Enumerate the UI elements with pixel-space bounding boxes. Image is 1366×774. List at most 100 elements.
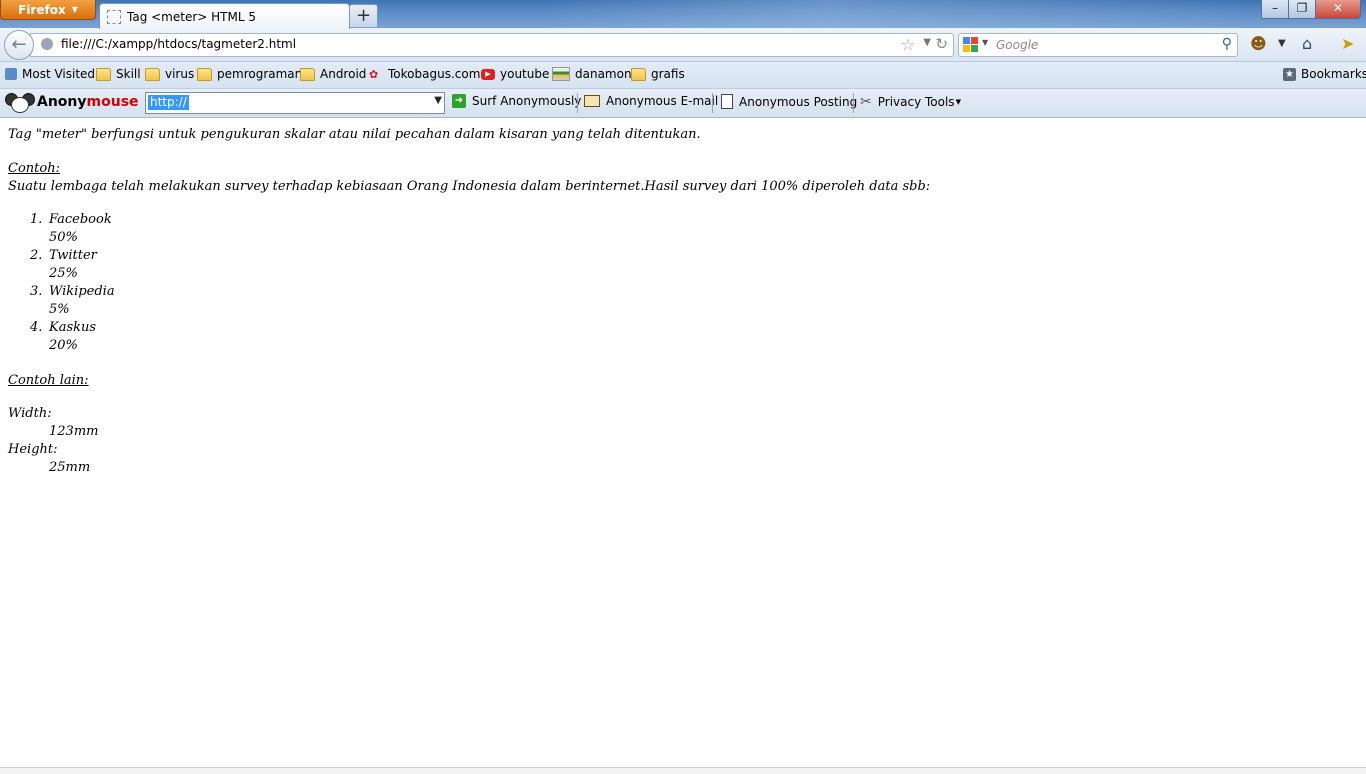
list-number: 2. (30, 248, 43, 263)
bookmark-youtube[interactable]: ▶ youtube (481, 67, 549, 81)
page-favicon-icon (107, 9, 121, 24)
addon-dropdown-icon[interactable]: ▼ (1278, 38, 1286, 49)
privacy-tools-label: Privacy Tools (877, 95, 955, 109)
address-bar[interactable]: file:///C:/xampp/htdocs/tagmeter2.html ☆… (30, 33, 954, 57)
bookmark-folder-virus[interactable]: virus (145, 67, 194, 81)
search-placeholder: Google (996, 38, 1039, 52)
cursor-addon-icon[interactable]: ➤ (1341, 34, 1354, 53)
search-box[interactable]: ▼ Google ⚲ (958, 33, 1238, 57)
bookmark-star-icon[interactable]: ☆ (901, 35, 915, 54)
anonymous-email-label: Anonymous E-mail (606, 94, 719, 108)
anonymous-posting-label: Anonymous Posting (739, 94, 858, 109)
navigation-bar: ← file:///C:/xampp/htdocs/tagmeter2.html… (0, 28, 1366, 62)
restore-icon: ❐ (1296, 1, 1308, 15)
list-item-name: Twitter (49, 248, 97, 263)
list-item-name: Wikipedia (49, 284, 115, 299)
folder-icon (96, 67, 111, 81)
toolbar-separator (853, 93, 854, 113)
anonymouse-logo[interactable]: Anonymouse ▼ (4, 92, 151, 113)
tools-icon: ✂ (860, 94, 872, 110)
bookmark-label: youtube (500, 67, 550, 81)
contoh-heading: Contoh: (8, 161, 60, 176)
mouse-logo-icon (4, 92, 35, 113)
search-icon[interactable]: ⚲ (1222, 36, 1232, 52)
combo-dropdown-icon[interactable]: ▼ (434, 95, 442, 106)
bookmark-label: Tokobagus.com (388, 67, 481, 81)
bookmark-label: virus (165, 67, 195, 81)
history-dropdown-icon[interactable]: ▼ (923, 37, 931, 48)
close-icon: ✕ (1332, 1, 1344, 15)
tab-active[interactable]: Tag <meter> HTML 5 (99, 3, 350, 29)
minimize-icon: – (1272, 1, 1278, 15)
list-number: 4. (30, 320, 43, 335)
bookmark-folder-pemrograman[interactable]: pemrograman (197, 67, 302, 81)
maximize-button[interactable]: ❐ (1288, 0, 1316, 19)
surf-anonymously-button[interactable]: ➜ Surf Anonymously (452, 94, 581, 108)
folder-icon (145, 67, 160, 81)
list-item-value: 20% (49, 338, 78, 353)
bookmarks-star-icon: ★ (1283, 67, 1296, 81)
toolbar-separator (577, 93, 578, 113)
document-icon (721, 94, 733, 109)
dimensions-list: Width: 123mm Height: 25mm (8, 406, 98, 478)
folder-icon (197, 67, 212, 81)
bookmark-folder-skill[interactable]: Skill (96, 67, 141, 81)
surf-anonymously-label: Surf Anonymously (472, 94, 582, 108)
firefox-menu-label: Firefox (18, 2, 66, 17)
contoh-lain-heading: Contoh lain: (8, 373, 89, 388)
most-visited-icon (5, 68, 17, 80)
bookmark-label: Android (320, 67, 367, 81)
width-value: 123mm (49, 424, 99, 439)
plus-icon: + (355, 5, 372, 26)
chevron-down-icon: ▼ (955, 98, 961, 106)
bookmarks-menu-button[interactable]: ★ Bookmarks (1283, 67, 1366, 81)
list-item-value: 50% (49, 230, 78, 245)
height-value: 25mm (49, 460, 91, 475)
bookmark-folder-android[interactable]: Android (300, 67, 366, 81)
tab-title: Tag <meter> HTML 5 (127, 9, 256, 24)
firefox-menu-button[interactable]: Firefox ▼ (0, 0, 96, 20)
bookmarks-toolbar: Most Visited Skill virus pemrograman And… (0, 62, 1366, 89)
bookmark-folder-grafis[interactable]: grafis (631, 67, 685, 81)
close-window-button[interactable]: ✕ (1315, 0, 1361, 19)
list-item-value: 5% (49, 302, 70, 317)
minimize-button[interactable]: – (1261, 0, 1289, 19)
anonymous-posting-button[interactable]: Anonymous Posting (721, 94, 857, 109)
anonymouse-url-value: http:// (148, 95, 189, 110)
list-item-value: 25% (49, 266, 78, 281)
youtube-icon: ▶ (481, 68, 495, 80)
folder-icon (631, 67, 646, 81)
bookmark-tokobagus[interactable]: ✿ Tokobagus.com (369, 67, 480, 81)
chevron-down-icon: ▼ (71, 5, 78, 14)
danamon-icon (552, 67, 570, 81)
anonymouse-url-combo[interactable]: http:// ▼ (145, 92, 445, 114)
anonymouse-logo-text-1: Anony (37, 94, 87, 110)
privacy-tools-button[interactable]: ✂ Privacy Tools ▼ (860, 94, 961, 110)
status-bar (0, 767, 1366, 774)
google-icon[interactable] (963, 37, 979, 53)
search-engine-dropdown-icon[interactable]: ▼ (982, 38, 988, 47)
survey-text: Suatu lembaga telah melakukan survey ter… (8, 179, 931, 194)
bookmark-most-visited[interactable]: Most Visited (5, 67, 95, 81)
go-arrow-icon: ➜ (452, 94, 466, 108)
tokobagus-icon: ✿ (369, 67, 379, 81)
list-number: 3. (30, 284, 43, 299)
anonymouse-toolbar: Anonymouse ▼ http:// ▼ ➜ Surf Anonymousl… (0, 89, 1366, 118)
bookmark-label: danamon (575, 67, 632, 81)
bookmarks-menu-label: Bookmarks (1301, 67, 1366, 81)
anonymous-email-button[interactable]: Anonymous E-mail (584, 94, 718, 108)
bookmark-label: Skill (116, 67, 141, 81)
toolbar-separator (712, 93, 713, 113)
home-icon[interactable]: ⌂ (1302, 34, 1312, 53)
bookmark-label: grafis (651, 67, 685, 81)
bookmark-label: pemrograman (217, 67, 303, 81)
list-item-name: Facebook (49, 212, 112, 227)
bookmark-label: Most Visited (22, 67, 96, 81)
reload-icon[interactable]: ↻ (935, 35, 948, 53)
back-button[interactable]: ← (4, 30, 34, 60)
new-tab-button[interactable]: + (349, 4, 378, 27)
folder-icon (300, 67, 315, 81)
addon-monkey-icon[interactable]: ☻ (1250, 34, 1267, 53)
envelope-icon (584, 95, 600, 107)
bookmark-danamon[interactable]: danamon (552, 67, 632, 81)
